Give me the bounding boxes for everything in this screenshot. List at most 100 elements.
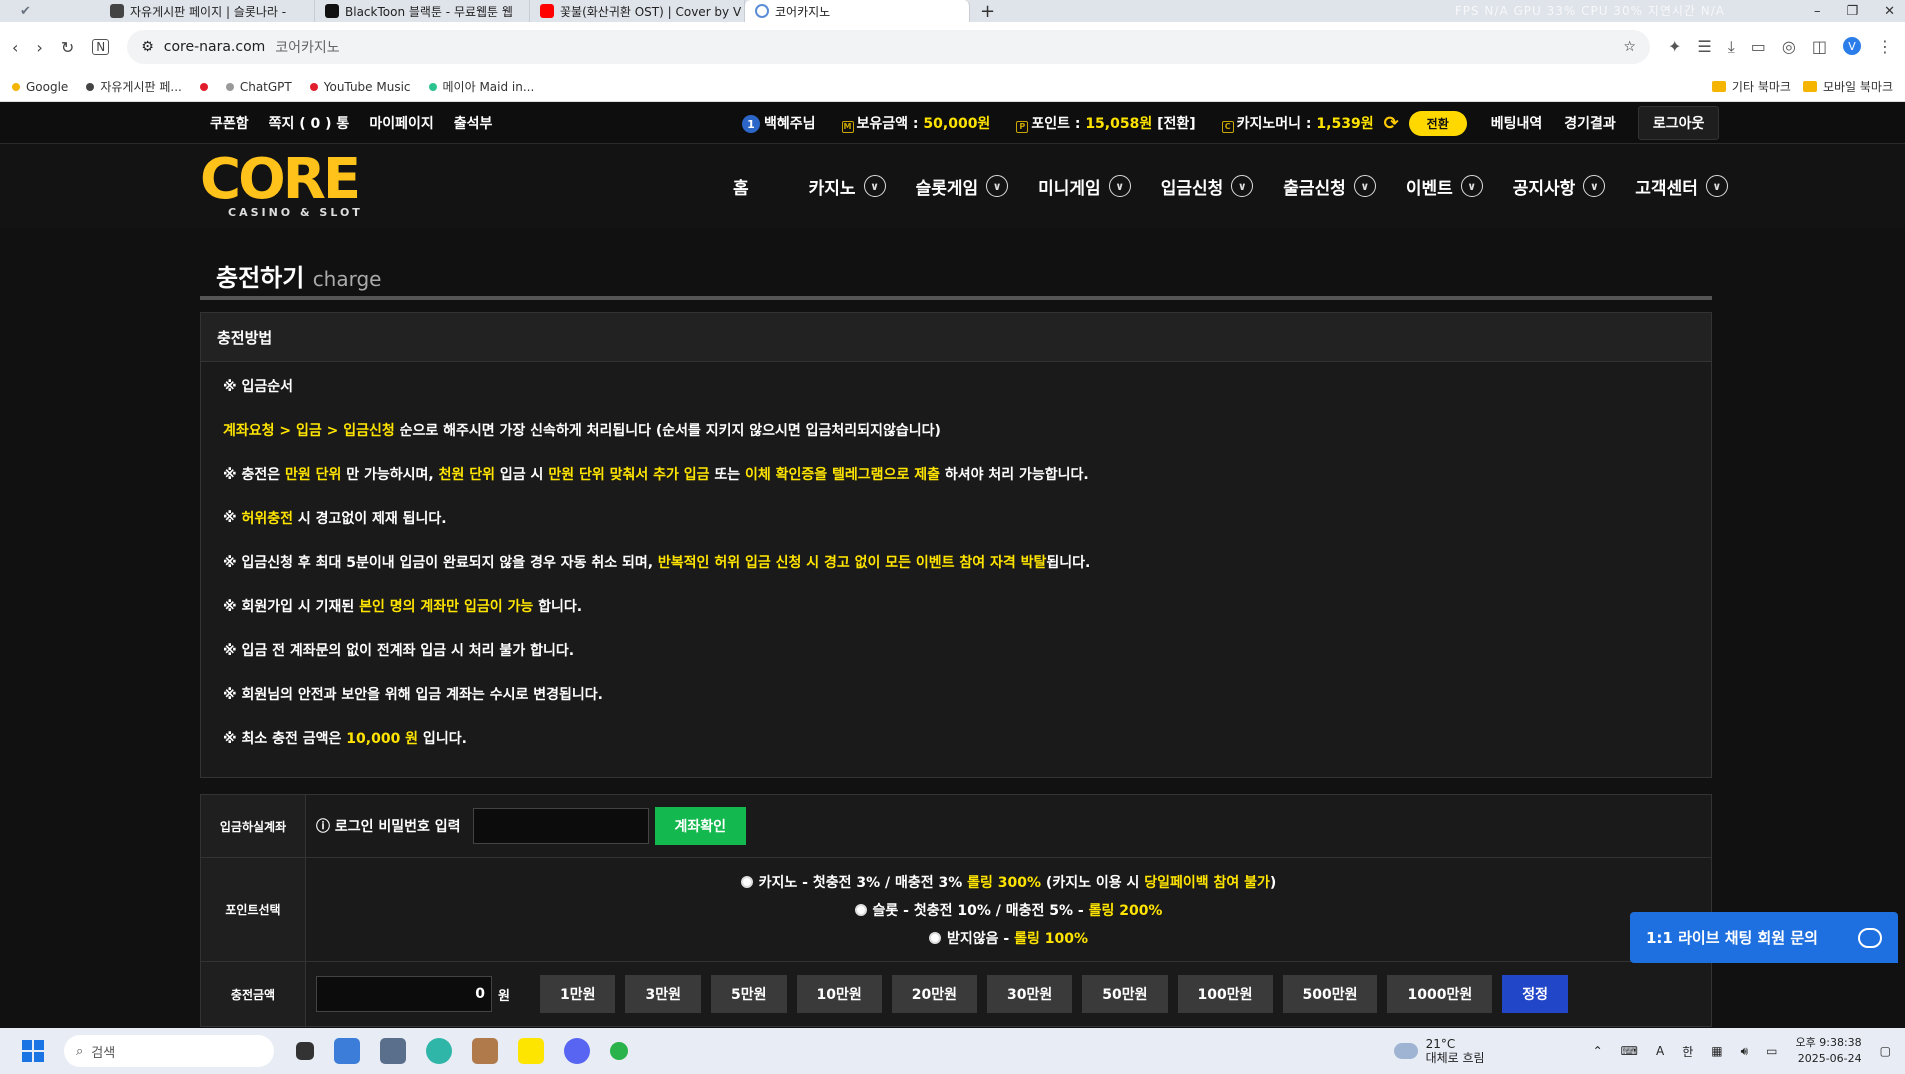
weather-widget[interactable]: 21°C 대체로 흐림 <box>1393 1037 1485 1065</box>
task-view-icon[interactable] <box>296 1042 314 1060</box>
radio-button[interactable] <box>854 903 867 916</box>
account-confirm-button[interactable]: 계좌확인 <box>654 807 747 845</box>
profile-avatar[interactable]: V <box>1843 37 1861 55</box>
bookmark-item[interactable]: YouTube Music <box>309 80 411 94</box>
green-app-icon[interactable] <box>610 1042 628 1060</box>
amount-button-5m[interactable]: 500만원 <box>1282 975 1378 1013</box>
amount-button-50k[interactable]: 5만원 <box>711 975 787 1013</box>
notification-icon[interactable]: ▢ <box>1880 1044 1891 1058</box>
logout-button[interactable]: 로그아웃 <box>1637 106 1720 140</box>
ime-a-icon[interactable]: A <box>1656 1044 1664 1058</box>
amount-button-10k[interactable]: 1만원 <box>539 975 616 1013</box>
discord-icon[interactable] <box>564 1038 590 1064</box>
tab-favicon-icon <box>755 4 769 18</box>
tab-overflow-icon[interactable]: ✔ <box>0 0 100 22</box>
windows-start-icon[interactable] <box>22 1040 44 1062</box>
nav-deposit[interactable]: 입금신청 ∨ <box>1161 174 1254 199</box>
ime-language[interactable]: 한 <box>1682 1043 1693 1060</box>
nav-notice[interactable]: 공지사항 ∨ <box>1513 174 1606 199</box>
live-chat-button[interactable]: 1:1 라이브 채팅 회원 문의 <box>1630 912 1898 963</box>
amount-reset-button[interactable]: 정정 <box>1502 975 1568 1013</box>
extensions-icon[interactable]: ✦ <box>1668 37 1681 57</box>
site-logo[interactable]: CORE CASINO & SLOT <box>200 152 370 220</box>
amount-button-100k[interactable]: 10만원 <box>796 975 882 1013</box>
convert-button[interactable]: 전환 <box>1408 110 1467 136</box>
restore-icon[interactable]: ❐ <box>1846 4 1858 19</box>
back-icon[interactable]: ‹ <box>12 38 18 57</box>
network-icon[interactable]: ▦ <box>1711 1044 1722 1058</box>
password-input[interactable] <box>472 808 649 844</box>
bet-history-link[interactable]: 베팅내역 <box>1491 113 1543 133</box>
kakaotalk-icon[interactable] <box>518 1038 544 1064</box>
point-convert-link[interactable]: [전환] <box>1157 116 1196 132</box>
refresh-icon[interactable]: ⟳ <box>1384 113 1399 134</box>
browser-tab-active[interactable]: 코어카지노 <box>745 0 970 22</box>
new-tab-button[interactable]: + <box>970 0 1005 22</box>
point-option[interactable]: 슬롯 - 첫충전 10% / 매충전 5% - 롤링 200% <box>854 899 1162 921</box>
site-info-icon[interactable]: ⚙ <box>141 39 154 55</box>
method-text: 시 경고없이 제재 됩니다. <box>293 511 447 527</box>
bookmark-folder[interactable]: 기타 북마크 <box>1711 78 1791 95</box>
nav-support[interactable]: 고객센터 ∨ <box>1635 174 1728 199</box>
bookmark-item[interactable]: Google <box>12 80 68 94</box>
minimize-icon[interactable]: – <box>1814 4 1821 19</box>
attendance-link[interactable]: 출석부 <box>454 113 493 133</box>
cast-icon[interactable]: ▭ <box>1751 37 1766 57</box>
game-result-link[interactable]: 경기결과 <box>1564 113 1616 133</box>
edge-browser-icon[interactable] <box>426 1038 452 1064</box>
bookmark-item[interactable]: ChatGPT <box>225 80 292 94</box>
bookmark-item[interactable]: 자유게시판 페... <box>86 78 182 95</box>
radio-button[interactable] <box>740 875 753 888</box>
nav-home[interactable]: 홈 <box>733 174 749 199</box>
amount-button-10m[interactable]: 1000만원 <box>1387 975 1493 1013</box>
keyboard-icon[interactable]: ⌨ <box>1621 1044 1638 1058</box>
amount-button-1m[interactable]: 100만원 <box>1177 975 1273 1013</box>
message-link[interactable]: 쪽지 ( 0 ) 통 <box>269 113 350 133</box>
mypage-link[interactable]: 마이페이지 <box>369 113 433 133</box>
browser-tab[interactable]: BlackToon 블랙툰 - 무료웹툰 웹 <box>315 0 530 22</box>
nav-label: 이벤트 <box>1405 178 1453 199</box>
chevron-down-icon: ∨ <box>1231 175 1254 197</box>
amount-button-30k[interactable]: 3만원 <box>625 975 701 1013</box>
screenshot-icon[interactable]: ◎ <box>1782 37 1796 57</box>
download-icon[interactable]: ⤓ <box>1728 37 1735 57</box>
point-option[interactable]: 카지노 - 첫충전 3% / 매충전 3% 롤링 300% (카지노 이용 시 … <box>740 871 1276 893</box>
reading-list-icon[interactable]: ☰ <box>1697 37 1711 57</box>
reload-icon[interactable]: ↻ <box>61 38 74 57</box>
bookmark-star-icon[interactable]: ☆ <box>1623 39 1636 55</box>
nav-casino[interactable]: 카지노 ∨ <box>809 174 886 199</box>
contacts-app-icon[interactable] <box>380 1038 406 1064</box>
volume-icon[interactable]: 🔊︎ <box>1741 1044 1749 1059</box>
point-option[interactable]: 받지않음 - 롤링 100% <box>929 927 1088 949</box>
bookmark-item[interactable]: 메이아 Maid in... <box>428 78 534 95</box>
radio-button[interactable] <box>929 931 941 944</box>
highlight-text: 본인 명의 계좌만 입금이 가능 <box>359 599 534 615</box>
highlight-text: 천원 단위 <box>438 467 496 483</box>
nav-event[interactable]: 이벤트 ∨ <box>1406 174 1483 199</box>
nav-minigame[interactable]: 미니게임 ∨ <box>1038 174 1131 199</box>
coupon-link[interactable]: 쿠폰함 <box>210 113 249 133</box>
youtube-music-icon <box>309 82 318 91</box>
nav-withdraw[interactable]: 출금신청 ∨ <box>1283 174 1376 199</box>
tray-chevron-up-icon[interactable]: ⌃ <box>1593 1044 1603 1058</box>
battery-icon[interactable]: ▭ <box>1766 1044 1777 1058</box>
bookmark-item[interactable] <box>199 82 208 91</box>
close-icon[interactable]: ✕ <box>1884 4 1895 19</box>
split-view-icon[interactable]: ◫ <box>1812 37 1827 57</box>
clock[interactable]: 오후 9:38:38 2025-06-24 <box>1796 1035 1862 1067</box>
browser-tab[interactable]: 자유게시판 페이지 | 슬롯나라 - <box>100 0 315 22</box>
url-input[interactable]: ⚙ core-nara.com 코어카지노 ☆ <box>127 30 1650 64</box>
amount-button-500k[interactable]: 50만원 <box>1082 975 1168 1013</box>
gallery-app-icon[interactable] <box>334 1038 360 1064</box>
menu-icon[interactable]: ⋮ <box>1877 37 1893 57</box>
naver-icon[interactable]: N <box>92 39 110 55</box>
forward-icon[interactable]: › <box>36 38 42 57</box>
game-app-icon[interactable] <box>472 1038 498 1064</box>
amount-button-200k[interactable]: 20만원 <box>891 975 978 1013</box>
taskbar-search[interactable]: ⌕ 검색 <box>64 1035 274 1067</box>
amount-input[interactable]: 0 <box>316 976 492 1012</box>
browser-tab[interactable]: 꽃불(화산귀환 OST) | Cover by V <box>530 0 745 22</box>
amount-button-300k[interactable]: 30만원 <box>987 975 1073 1013</box>
nav-slot[interactable]: 슬롯게임 ∨ <box>916 174 1009 199</box>
bookmark-folder[interactable]: 모바일 북마크 <box>1802 78 1893 95</box>
